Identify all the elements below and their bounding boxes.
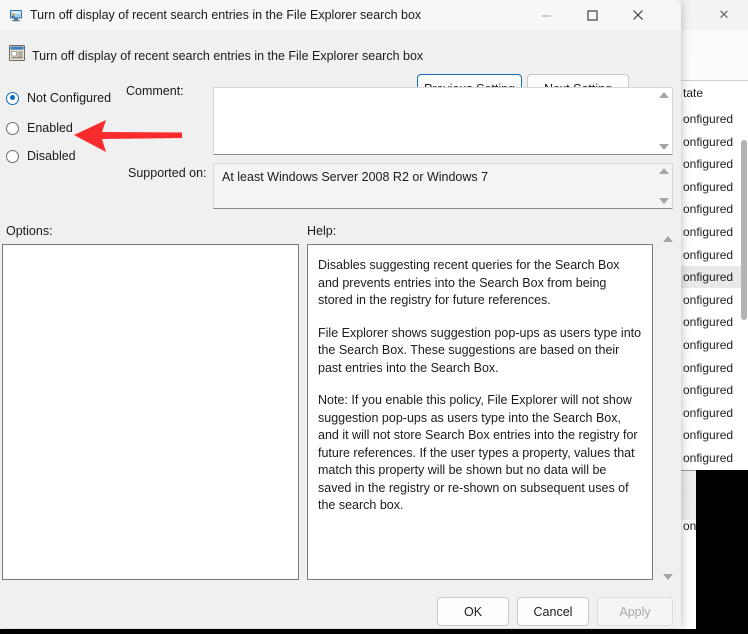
gpedit-column-header-state: tate — [683, 86, 704, 100]
comment-label: Comment: — [126, 84, 184, 98]
triangle-up-icon[interactable] — [658, 168, 669, 174]
gpedit-list-row[interactable]: onfigured — [681, 153, 743, 175]
supported-on-label: Supported on: — [128, 166, 207, 180]
desktop-backdrop-bottom — [0, 629, 748, 634]
gpedit-list-row[interactable]: onfigured — [681, 176, 743, 198]
gpedit-list-row[interactable]: onfigured — [681, 221, 743, 243]
help-paragraph: File Explorer shows suggestion pop-ups a… — [318, 325, 642, 375]
radio-label-disabled: Disabled — [27, 149, 76, 163]
gpedit-list-row[interactable]: onfigured — [681, 266, 743, 289]
supported-on-value: At least Windows Server 2008 R2 or Windo… — [222, 170, 489, 184]
policy-setting-dialog: Turn off display of recent search entrie… — [0, 0, 681, 628]
policy-setting-icon — [9, 45, 25, 61]
gpedit-panel-strip-upper — [681, 484, 696, 503]
gpedit-close-icon[interactable]: ✕ — [705, 2, 743, 28]
comment-input[interactable] — [213, 87, 673, 155]
gpedit-policy-list[interactable]: tate onfigured onfigured onfigured onfigure… — [681, 82, 748, 533]
apply-button: Apply — [597, 597, 673, 626]
triangle-down-icon[interactable] — [662, 574, 673, 580]
gpedit-toolbar — [681, 30, 748, 57]
radio-enabled[interactable]: Enabled — [6, 117, 156, 139]
minimize-button[interactable] — [523, 0, 569, 30]
gpedit-list-row[interactable]: onfigured — [681, 357, 743, 379]
triangle-down-icon[interactable] — [658, 198, 669, 204]
gpedit-list-row[interactable]: onfigured — [681, 402, 743, 424]
help-text: Disables suggesting recent queries for t… — [308, 245, 652, 515]
gpedit-list-row[interactable]: onfigured — [681, 424, 743, 446]
help-panel: Disables suggesting recent queries for t… — [307, 244, 653, 580]
radio-indicator — [6, 149, 19, 163]
triangle-up-icon[interactable] — [662, 236, 673, 242]
close-button[interactable] — [615, 0, 661, 30]
options-label: Options: — [6, 224, 53, 238]
dialog-header: Turn off display of recent search entrie… — [0, 30, 681, 103]
desktop-backdrop-right — [696, 470, 748, 634]
triangle-up-icon[interactable] — [658, 92, 669, 98]
gpedit-list-row[interactable]: onfigured — [681, 131, 743, 153]
cancel-button[interactable]: Cancel — [517, 597, 589, 626]
gpedit-list-row[interactable]: onfigured — [681, 289, 743, 311]
gpedit-scrollbar-thumb[interactable] — [741, 140, 747, 320]
computer-policy-icon — [10, 10, 22, 22]
gpedit-list-row[interactable]: onfigured — [681, 198, 743, 220]
gpedit-list-row[interactable]: onfigured — [681, 447, 743, 469]
gpedit-panel-divider — [681, 470, 696, 485]
triangle-down-icon[interactable] — [658, 144, 669, 150]
maximize-button[interactable] — [569, 0, 615, 30]
gpedit-list-row[interactable]: onfigured — [681, 379, 743, 401]
radio-label-not-configured: Not Configured — [27, 91, 112, 105]
dialog-titlebar: Turn off display of recent search entrie… — [0, 0, 681, 30]
gpedit-panel-strip-lower — [681, 502, 696, 520]
help-paragraph: Disables suggesting recent queries for t… — [318, 258, 620, 307]
radio-label-enabled: Enabled — [27, 121, 73, 135]
gpedit-list-row[interactable]: onfigured — [681, 244, 743, 266]
comment-scrollbar[interactable] — [656, 92, 671, 150]
help-paragraph: Note: If you enable this policy, File Ex… — [318, 393, 638, 512]
radio-indicator-selected — [6, 91, 19, 105]
help-label: Help: — [307, 224, 337, 238]
ok-button[interactable]: OK — [437, 597, 509, 626]
gpedit-address-bar — [681, 56, 748, 81]
gpedit-list-row[interactable]: onfigured — [681, 108, 743, 130]
setting-name-label: Turn off display of recent search entrie… — [32, 49, 424, 63]
options-panel[interactable] — [2, 244, 299, 580]
help-scrollbar[interactable] — [660, 236, 675, 580]
supported-on-field: At least Windows Server 2008 R2 or Windo… — [213, 163, 673, 209]
supported-on-scrollbar[interactable] — [656, 168, 671, 204]
radio-indicator — [6, 121, 19, 135]
gpedit-list-row[interactable]: onfigured — [681, 334, 743, 356]
gpedit-list-row[interactable]: onfigured — [681, 311, 743, 333]
dialog-title: Turn off display of recent search entrie… — [30, 8, 422, 22]
radio-disabled[interactable]: Disabled — [6, 145, 156, 167]
